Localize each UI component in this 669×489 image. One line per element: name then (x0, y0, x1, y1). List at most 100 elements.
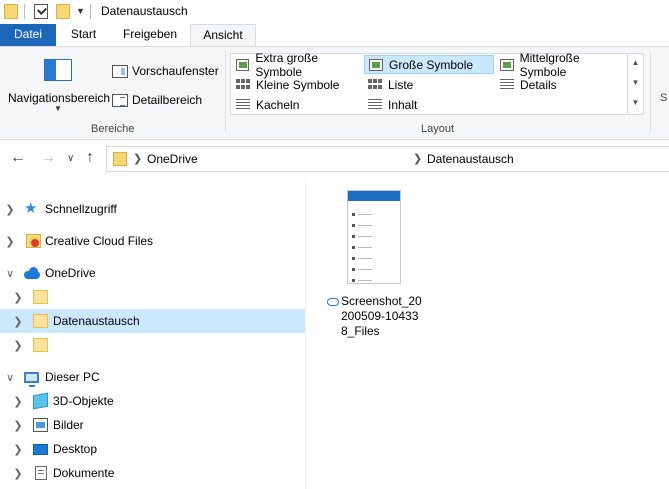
chevron-right-icon[interactable]: ❯ (12, 467, 24, 480)
list-icon (368, 78, 382, 91)
creative-cloud-folder-icon (26, 234, 41, 248)
chevron-right-icon[interactable]: ❯ (12, 395, 24, 408)
nav-item-label: Schnellzugriff (45, 202, 117, 216)
layout-gallery-scroller[interactable]: ▲ ▼ ▼ (627, 53, 643, 115)
navigation-pane-icon (44, 59, 72, 81)
nav-item-folder[interactable]: ❯ (0, 333, 305, 357)
preview-pane-button[interactable]: Vorschaufenster (112, 61, 219, 81)
folder-icon (113, 152, 127, 166)
tiles-icon (236, 98, 250, 111)
layout-option-label: Große Symbole (389, 57, 474, 72)
details-pane-button[interactable]: Detailbereich (112, 90, 202, 110)
nav-item-dieser-pc[interactable]: ∨ Dieser PC (0, 365, 305, 389)
thumbnail-row (352, 235, 392, 238)
properties-icon[interactable] (34, 4, 48, 19)
nav-item-3d-objekte[interactable]: ❯ 3D-Objekte (0, 389, 305, 413)
pc-icon (24, 371, 39, 387)
chevron-down-icon[interactable]: ∨ (4, 371, 16, 384)
navigation-pane: ❯ ★ Schnellzugriff ❯ Creative Cloud File… (0, 177, 305, 489)
content-icon (368, 98, 382, 111)
details-icon (500, 78, 514, 91)
layout-option-label: Details (520, 77, 557, 92)
thumbnail-row (352, 246, 392, 249)
nav-item-creative-cloud-files[interactable]: ❯ Creative Cloud Files (0, 229, 305, 253)
more-icon[interactable]: ▼ (628, 93, 643, 113)
tab-ansicht[interactable]: Ansicht (190, 24, 256, 47)
chevron-right-icon[interactable]: ❯ (413, 152, 422, 165)
thumbnail-row (352, 257, 392, 260)
chevron-down-icon[interactable]: ∨ (4, 267, 16, 280)
chevron-down-icon[interactable]: ▼ (76, 6, 85, 16)
nav-item-label: OneDrive (45, 266, 96, 280)
chevron-right-icon[interactable]: ❯ (12, 443, 24, 456)
preview-pane-label: Vorschaufenster (132, 64, 219, 78)
picture-icon (500, 58, 514, 71)
up-arrow-icon[interactable]: ↑ (86, 149, 94, 167)
nav-item-label: Dieser PC (45, 370, 100, 384)
ribbon-tabs: Datei Start Freigeben Ansicht (0, 24, 669, 47)
desktop-icon (33, 443, 48, 455)
group-label-partial: S (660, 92, 668, 104)
tab-freigeben[interactable]: Freigeben (111, 24, 189, 46)
details-pane-label: Detailbereich (132, 93, 203, 107)
chevron-right-icon[interactable]: ❯ (12, 315, 24, 328)
layout-gallery: Extra große Symbole Große Symbole Mittel… (230, 51, 644, 115)
nav-item-label: Desktop (53, 442, 98, 456)
picture-icon (369, 58, 383, 71)
layout-option-medium-icons[interactable]: Mittelgroße Symbole (496, 51, 626, 79)
layout-option-label: Liste (388, 77, 414, 92)
file-name: Screenshot_20200509-104338_Files (341, 294, 422, 338)
layout-option-tiles[interactable]: Kacheln (232, 95, 362, 114)
layout-option-label: Inhalt (388, 97, 418, 112)
layout-option-label: Kleine Symbole (256, 77, 340, 92)
recent-locations-chevron-icon[interactable]: ∨ (67, 153, 74, 164)
address-row: ← → ∨ ↑ ❯ OneDrive ❯ Datenaustausch (0, 141, 669, 177)
tab-datei[interactable]: Datei (0, 24, 56, 46)
onedrive-cloud-icon (24, 266, 40, 280)
3d-objects-icon (33, 392, 48, 410)
breadcrumb-onedrive[interactable]: OneDrive (147, 152, 198, 166)
preview-pane-icon (112, 64, 128, 78)
new-folder-icon[interactable] (56, 4, 70, 19)
chevron-right-icon[interactable]: ❯ (12, 291, 24, 304)
toolbar-separator (90, 4, 91, 19)
nav-item-desktop[interactable]: ❯ Desktop (0, 437, 305, 461)
chevron-down-icon[interactable]: ▼ (628, 73, 643, 93)
folder-icon (33, 338, 48, 352)
group-label-bereiche: Bereiche (91, 123, 135, 135)
chevron-right-icon[interactable]: ❯ (12, 339, 24, 352)
layout-option-small-icons[interactable]: Kleine Symbole (232, 75, 362, 94)
thumbnail-header (348, 191, 400, 201)
nav-item-label: Bilder (53, 418, 84, 432)
chevron-right-icon[interactable]: ❯ (12, 419, 24, 432)
nav-item-onedrive[interactable]: ∨ OneDrive (0, 261, 305, 285)
file-item[interactable]: Screenshot_20200509-104338_Files (326, 187, 422, 338)
nav-item-datenaustausch[interactable]: ❯ Datenaustausch (0, 309, 305, 333)
chevron-right-icon[interactable]: ❯ (133, 152, 142, 165)
nav-item-label: Dokumente (53, 466, 115, 480)
folder-icon (4, 4, 18, 19)
chevron-right-icon[interactable]: ❯ (4, 235, 16, 248)
nav-item-schnellzugriff[interactable]: ❯ ★ Schnellzugriff (0, 197, 305, 221)
back-arrow-icon[interactable]: ← (10, 149, 26, 167)
file-list: Screenshot_20200509-104338_Files (306, 177, 669, 489)
chevron-up-icon[interactable]: ▲ (628, 53, 643, 73)
layout-option-content[interactable]: Inhalt (364, 95, 494, 114)
title-bar: ▼ Datenaustausch (0, 0, 669, 24)
layout-option-extra-large-icons[interactable]: Extra große Symbole (232, 51, 362, 79)
nav-item-dokumente[interactable]: ❯ Dokumente (0, 461, 305, 485)
nav-item-label: Creative Cloud Files (45, 234, 154, 248)
layout-option-large-icons[interactable]: Große Symbole (364, 55, 494, 74)
pictures-icon (33, 418, 48, 432)
chevron-right-icon[interactable]: ❯ (4, 203, 16, 216)
breadcrumb-datenaustausch[interactable]: Datenaustausch (427, 152, 514, 166)
nav-item-bilder[interactable]: ❯ Bilder (0, 413, 305, 437)
address-bar[interactable]: ❯ OneDrive ❯ Datenaustausch (106, 146, 669, 172)
layout-option-details[interactable]: Details (496, 75, 626, 94)
star-icon: ★ (24, 200, 38, 217)
nav-item-folder[interactable]: ❯ (0, 285, 305, 309)
window-title: Datenaustausch (101, 4, 188, 18)
forward-arrow-icon[interactable]: → (40, 149, 56, 167)
layout-option-list[interactable]: Liste (364, 75, 494, 94)
tab-start[interactable]: Start (56, 24, 111, 46)
